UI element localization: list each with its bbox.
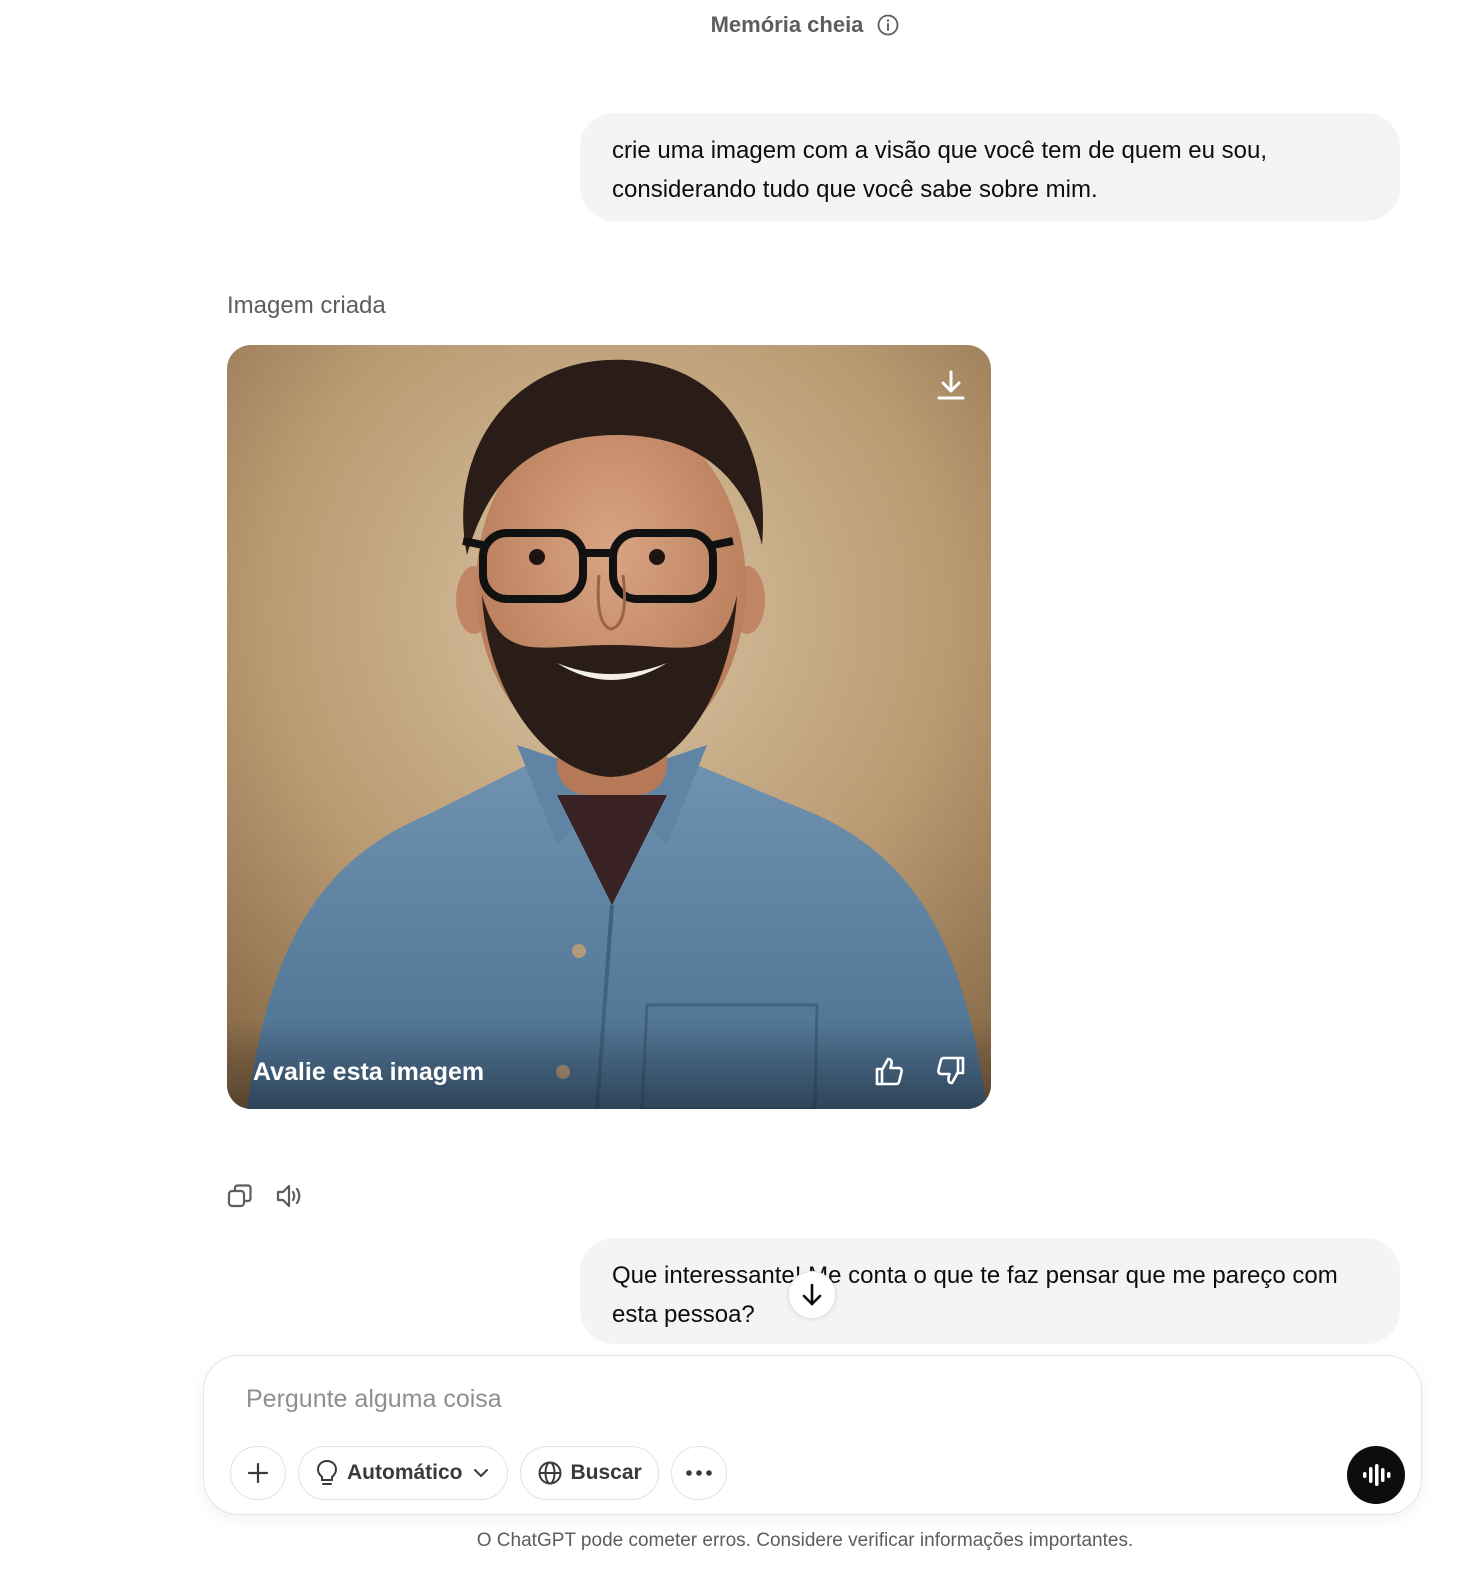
memory-label: Memória cheia bbox=[710, 12, 864, 37]
rate-image-label: Avalie esta imagem bbox=[253, 1058, 485, 1086]
disclaimer: O ChatGPT pode cometer erros. Considere … bbox=[476, 1530, 1134, 1551]
voice-mode-icon bbox=[1363, 1464, 1391, 1486]
add-attachment-button[interactable] bbox=[230, 1446, 286, 1500]
read-aloud-icon bbox=[276, 1184, 301, 1208]
globe-icon bbox=[538, 1461, 561, 1485]
lightbulb-icon bbox=[316, 1459, 338, 1485]
image-created-label: Imagem criada bbox=[227, 292, 386, 319]
generated-image[interactable]: Avalie esta imagem bbox=[227, 345, 991, 1109]
thumbs-up-button[interactable] bbox=[869, 1051, 909, 1091]
chat-page: Memória cheia crie uma imagem com a visã… bbox=[0, 0, 1460, 1576]
prompt-input[interactable] bbox=[244, 1378, 1348, 1420]
copy-icon bbox=[227, 1184, 252, 1208]
voice-mode-button[interactable] bbox=[1347, 1446, 1405, 1504]
download-icon bbox=[937, 370, 965, 400]
arrow-down-icon bbox=[802, 1283, 822, 1306]
composer: Automático Buscar bbox=[203, 1355, 1422, 1515]
plus-icon bbox=[247, 1462, 269, 1484]
search-button[interactable]: Buscar bbox=[519, 1446, 659, 1500]
more-dots-icon bbox=[685, 1470, 712, 1476]
read-aloud-button[interactable] bbox=[272, 1178, 308, 1214]
portrait-image bbox=[227, 345, 991, 1109]
thumbs-down-icon bbox=[937, 1056, 965, 1085]
copy-button[interactable] bbox=[222, 1178, 258, 1214]
more-tools-button[interactable] bbox=[670, 1446, 727, 1500]
scroll-to-bottom-button[interactable] bbox=[788, 1271, 836, 1319]
download-button[interactable] bbox=[931, 365, 971, 405]
message-actions bbox=[222, 1178, 308, 1214]
info-icon[interactable] bbox=[877, 14, 899, 36]
model-selector-label: Automático bbox=[347, 1461, 463, 1484]
user-message: crie uma imagem com a visão que você tem… bbox=[580, 113, 1400, 221]
model-selector[interactable]: Automático bbox=[298, 1446, 508, 1500]
thumbs-up-icon bbox=[875, 1057, 903, 1086]
thumbs-down-button[interactable] bbox=[931, 1051, 971, 1091]
composer-tools: Automático Buscar bbox=[230, 1446, 727, 1500]
user-message: Que interessante! Me conta o que te faz … bbox=[580, 1238, 1400, 1344]
search-button-label: Buscar bbox=[570, 1461, 642, 1484]
chevron-down-icon bbox=[473, 1469, 488, 1477]
memory-status: Memória cheia bbox=[0, 12, 1460, 42]
